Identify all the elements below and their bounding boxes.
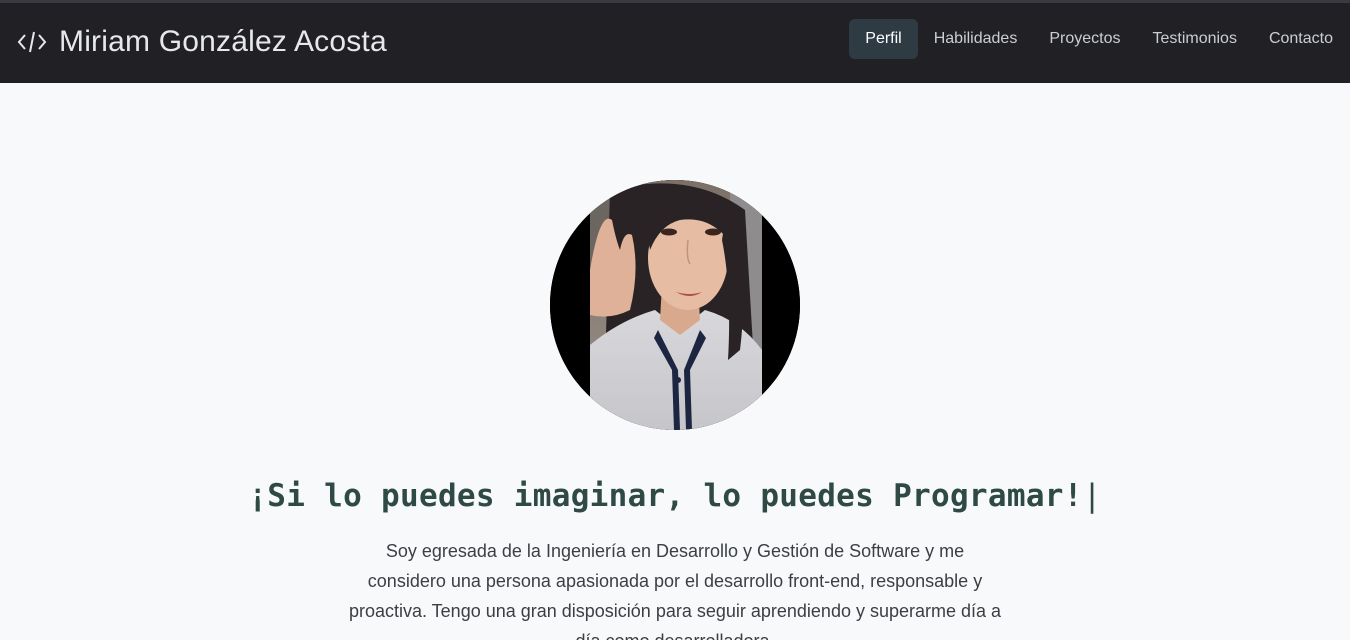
nav-link-perfil[interactable]: Perfil [849,19,918,59]
hero-intro: Soy egresada de la Ingeniería en Desarro… [348,541,1002,640]
brand-link[interactable]: Miriam González Acosta [17,25,387,59]
main-nav: Perfil Habilidades Proyectos Testimonios… [849,19,1350,59]
typing-cursor: | [1082,478,1102,514]
nav-link-proyectos[interactable]: Proyectos [1033,19,1136,59]
hero-headline: ¡Si lo puedes imaginar, lo puedes Progra… [0,478,1350,514]
nav-link-habilidades[interactable]: Habilidades [918,19,1034,59]
brand-name: Miriam González Acosta [59,25,387,58]
headline-text: ¡Si lo puedes imaginar, lo puedes Progra… [248,478,1083,514]
nav-link-testimonios[interactable]: Testimonios [1136,19,1252,59]
navbar: Miriam González Acosta Perfil Habilidade… [0,0,1350,83]
code-icon [17,27,47,57]
nav-link-contacto[interactable]: Contacto [1253,19,1350,59]
profile-photo [550,180,800,430]
